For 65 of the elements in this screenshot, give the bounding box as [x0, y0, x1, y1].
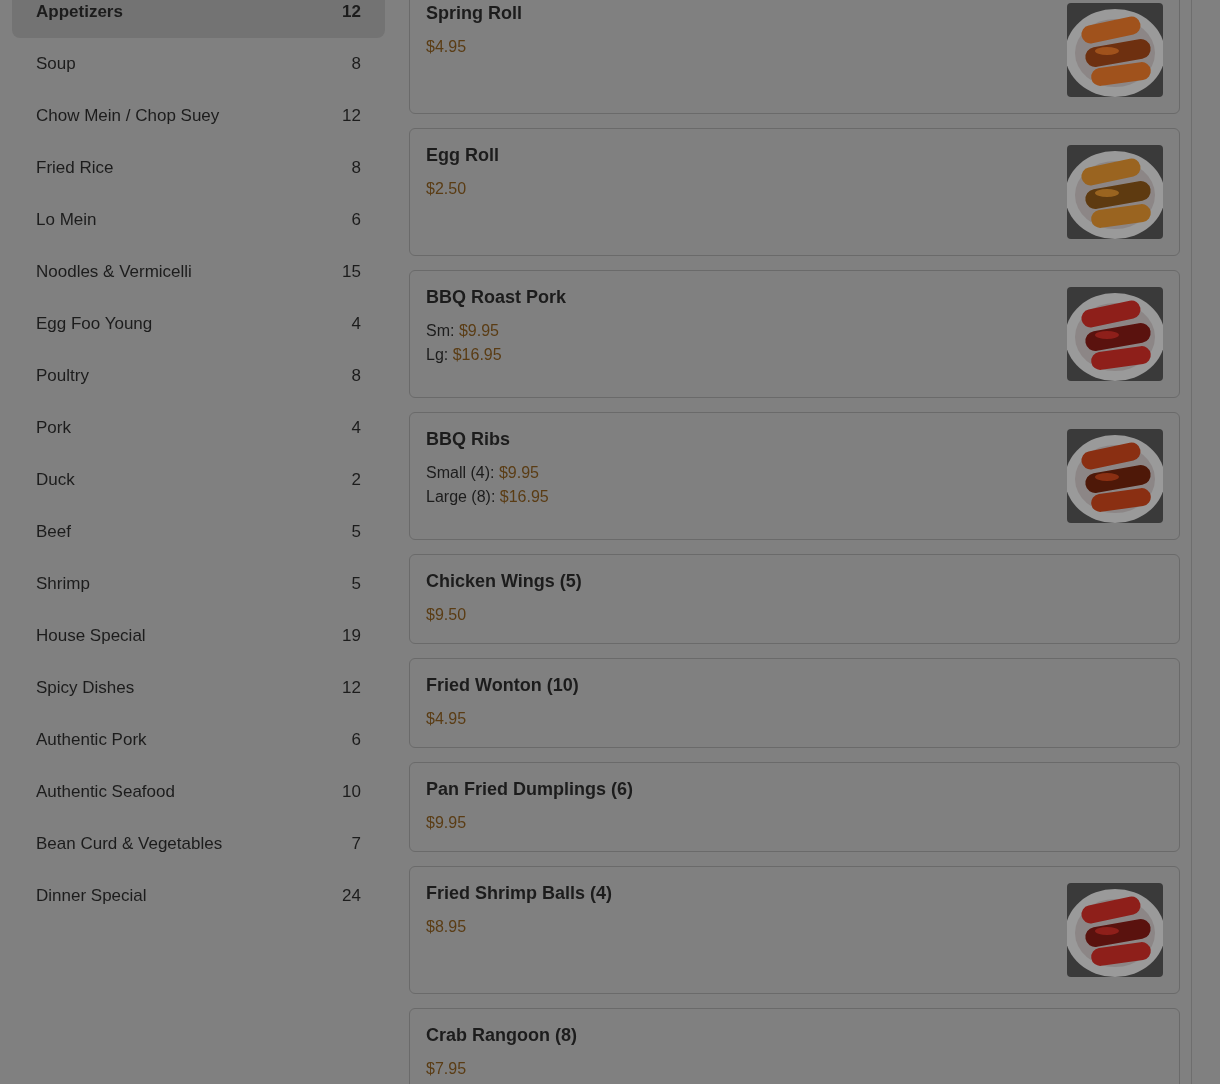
item-count: 5: [351, 573, 361, 596]
item-count: 12: [342, 105, 361, 128]
price-line: Sm: $9.95: [426, 321, 500, 341]
menu-item-card[interactable]: Pan Fried Dumplings (6) $9.95: [409, 762, 1180, 852]
category-item[interactable]: Shrimp 5: [12, 558, 385, 610]
price-line: $8.95: [426, 917, 468, 937]
price-line: $2.50: [426, 179, 468, 199]
menu-item-card[interactable]: Egg Roll $2.50: [409, 128, 1180, 256]
item-count: 8: [351, 365, 361, 388]
category-item[interactable]: Appetizers 12: [12, 0, 385, 38]
item-count: 12: [342, 677, 361, 700]
price-line: Lg: $16.95: [426, 345, 503, 365]
menu-item-card[interactable]: BBQ Roast Pork Sm: $9.95 Lg: $16.95: [409, 270, 1180, 398]
item-count: 4: [351, 313, 361, 336]
item-count: 10: [342, 781, 361, 804]
item-count: 6: [351, 209, 361, 232]
item-name: Fried Wonton (10): [426, 675, 579, 695]
item-count: 15: [342, 261, 361, 284]
item-count: 2: [351, 469, 361, 492]
item-count: 19: [342, 625, 361, 648]
menu-item-card[interactable]: Fried Shrimp Balls (4) $8.95: [409, 866, 1180, 994]
category-item[interactable]: Spicy Dishes 12: [12, 662, 385, 714]
category-item[interactable]: Chow Mein / Chop Suey 12: [12, 90, 385, 142]
item-count: 6: [351, 729, 361, 752]
menu-item-card[interactable]: Crab Rangoon (8) $7.95: [409, 1008, 1180, 1084]
category-item[interactable]: Bean Curd & Vegetables 7: [12, 818, 385, 870]
item-name: BBQ Roast Pork: [426, 287, 567, 307]
category-item[interactable]: Soup 8: [12, 38, 385, 90]
item-count: 8: [351, 53, 361, 76]
menu-item-card[interactable]: BBQ Ribs Small (4): $9.95 Large (8): $16.95: [409, 412, 1180, 540]
price-line: $7.95: [426, 1059, 468, 1079]
menu-item-card[interactable]: Spring Roll $4.95: [409, 0, 1180, 114]
category-item[interactable]: Noodles & Vermicelli 15: [12, 246, 385, 298]
price-line: $4.95: [426, 709, 468, 729]
category-item[interactable]: Authentic Pork 6: [12, 714, 385, 766]
category-item[interactable]: Beef 5: [12, 506, 385, 558]
category-item[interactable]: House Special 19: [12, 610, 385, 662]
category-item[interactable]: Fried Rice 8: [12, 142, 385, 194]
item-count: 7: [351, 833, 361, 856]
item-count: 12: [342, 1, 361, 24]
item-name: Crab Rangoon (8): [426, 1025, 577, 1045]
category-item[interactable]: Dinner Special 24: [12, 870, 385, 922]
price-line: $9.95: [426, 813, 468, 833]
item-name: Chicken Wings (5): [426, 571, 582, 591]
price-line: $4.95: [426, 37, 468, 57]
item-count: 4: [351, 417, 361, 440]
category-item[interactable]: Duck 2: [12, 454, 385, 506]
price-line: $9.50: [426, 605, 468, 625]
item-name: Fried Shrimp Balls (4): [426, 883, 613, 903]
item-name: BBQ Ribs: [426, 429, 511, 449]
item-count: 5: [351, 521, 361, 544]
category-item[interactable]: Poultry 8: [12, 350, 385, 402]
category-item[interactable]: Authentic Seafood 10: [12, 766, 385, 818]
price-line: Large (8): $16.95: [426, 487, 549, 507]
item-name: Spring Roll: [426, 3, 522, 23]
category-item[interactable]: Pork 4: [12, 402, 385, 454]
category-item[interactable]: Lo Mein 6: [12, 194, 385, 246]
item-name: Pan Fried Dumplings (6): [426, 779, 634, 799]
category-item[interactable]: Egg Foo Young 4: [12, 298, 385, 350]
item-count: 24: [342, 885, 361, 908]
item-count: 8: [351, 157, 361, 180]
menu-item-card[interactable]: Fried Wonton (10) $4.95: [409, 658, 1180, 748]
item-name: Egg Roll: [426, 145, 499, 165]
price-line: Small (4): $9.95: [426, 463, 540, 483]
menu-item-card[interactable]: Chicken Wings (5) $9.50: [409, 554, 1180, 644]
